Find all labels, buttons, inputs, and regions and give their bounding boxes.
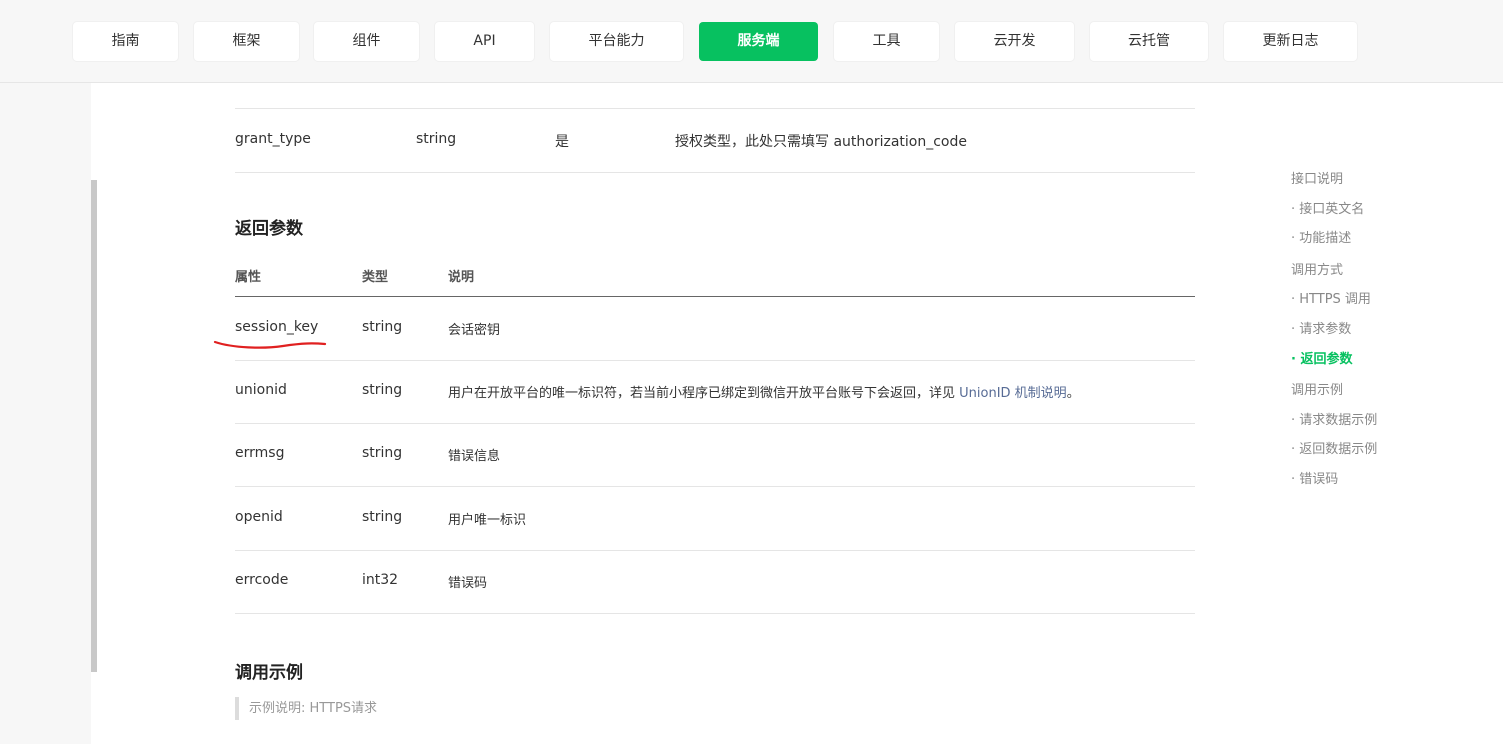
table-row: openid string 用户唯一标识 [235, 487, 1195, 551]
toc-item-function-description[interactable]: · 功能描述 [1291, 227, 1351, 246]
nav-framework[interactable]: 框架 [194, 22, 299, 61]
toc-item-return-data-example[interactable]: · 返回数据示例 [1291, 438, 1377, 457]
field-type: string [362, 319, 403, 335]
field-type: string [362, 382, 403, 398]
example-note: 示例说明: HTTPS请求 [235, 697, 377, 720]
nav-cloud-dev[interactable]: 云开发 [955, 22, 1074, 61]
nav-platform-capabilities[interactable]: 平台能力 [550, 22, 683, 61]
field-desc-text: 用户在开放平台的唯一标识符，若当前小程序已绑定到微信开放平台账号下会返回，详见 [448, 386, 960, 401]
sidebar-scrollbar[interactable] [91, 180, 97, 672]
param-type: string [416, 131, 457, 147]
param-desc: 授权类型，此处只需填写 authorization_code [675, 134, 967, 150]
nav-api[interactable]: API [435, 22, 534, 61]
field-desc: 用户在开放平台的唯一标识符，若当前小程序已绑定到微信开放平台账号下会返回，详见 … [448, 382, 1080, 401]
toc-item-request-params[interactable]: · 请求参数 [1291, 318, 1351, 337]
nav-tools[interactable]: 工具 [834, 22, 939, 61]
nav-server-side[interactable]: 服务端 [699, 22, 818, 61]
example-heading: 调用示例 [235, 663, 303, 683]
header-description: 说明 [448, 270, 475, 285]
table-row-grant-type: grant_type string 是 授权类型，此处只需填写 authoriz… [235, 108, 1195, 173]
field-name: errcode [235, 572, 289, 588]
param-required: 是 [555, 134, 569, 150]
field-name: openid [235, 509, 283, 525]
toc-item-call-method[interactable]: 调用方式 [1291, 259, 1343, 278]
field-desc: 会话密钥 [448, 323, 501, 338]
header-type: 类型 [362, 270, 389, 285]
toc-item-return-params[interactable]: · 返回参数 [1291, 348, 1352, 367]
nav-components[interactable]: 组件 [314, 22, 419, 61]
field-type: int32 [362, 572, 399, 588]
header-attribute: 属性 [235, 270, 262, 285]
toc-item-request-data-example[interactable]: · 请求数据示例 [1291, 409, 1377, 428]
field-type: string [362, 445, 403, 461]
unionid-doc-link[interactable]: UnionID 机制说明 [959, 386, 1067, 401]
table-row: errmsg string 错误信息 [235, 423, 1195, 487]
nav-changelog[interactable]: 更新日志 [1224, 22, 1357, 61]
table-row: unionid string 用户在开放平台的唯一标识符，若当前小程序已绑定到微… [235, 360, 1195, 424]
toc-item-api-description[interactable]: 接口说明 [1291, 168, 1343, 187]
nav-guide[interactable]: 指南 [73, 22, 178, 61]
toc-item-call-example[interactable]: 调用示例 [1291, 379, 1343, 398]
toc-item-https-call[interactable]: · HTTPS 调用 [1291, 288, 1371, 307]
field-name: unionid [235, 382, 287, 398]
table-row: errcode int32 错误码 [235, 550, 1195, 614]
field-desc: 错误信息 [448, 449, 501, 464]
return-table-header: 属性 类型 说明 [235, 260, 1195, 297]
table-row: session_key string 会话密钥 [235, 297, 1195, 361]
toc-item-error-codes[interactable]: · 错误码 [1291, 468, 1338, 487]
red-underline-annotation [213, 340, 327, 349]
top-navigation: 指南 框架 组件 API 平台能力 服务端 工具 云开发 云托管 更新日志 [0, 0, 1503, 83]
param-name: grant_type [235, 131, 311, 147]
nav-cloud-hosting[interactable]: 云托管 [1090, 22, 1208, 61]
field-type: string [362, 509, 403, 525]
field-desc-tail: 。 [1066, 386, 1080, 401]
field-name: session_key [235, 319, 319, 335]
field-desc: 错误码 [448, 576, 488, 591]
toc-item-api-english-name[interactable]: · 接口英文名 [1291, 198, 1364, 217]
return-params-heading: 返回参数 [235, 219, 303, 239]
field-name: errmsg [235, 445, 285, 461]
field-desc: 用户唯一标识 [448, 513, 527, 528]
